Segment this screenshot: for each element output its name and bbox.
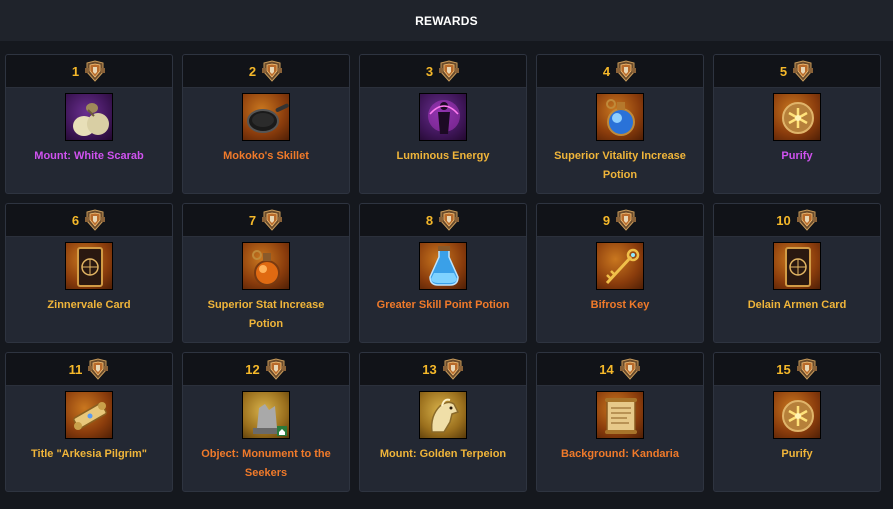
- reward-chest-icon: [615, 209, 637, 231]
- reward-item-name: Zinnervale Card: [47, 299, 131, 311]
- reward-card: 15 Purify: [713, 352, 881, 492]
- purify-icon[interactable]: [773, 391, 821, 439]
- reward-item-name: Mount: Golden Terpeion: [379, 448, 507, 460]
- reward-item-name: Superior Stat Increase Potion: [207, 299, 325, 330]
- reward-chest-icon: [438, 209, 460, 231]
- reward-item-name: Superior Vitality Increase Potion: [554, 150, 686, 181]
- reward-item-name: Bifrost Key: [590, 299, 650, 311]
- reward-chest-icon: [438, 60, 460, 82]
- parchment-icon[interactable]: [596, 391, 644, 439]
- key-icon[interactable]: [596, 242, 644, 290]
- reward-card: 9 Bifrost Key: [536, 203, 704, 343]
- reward-chest-icon: [796, 209, 818, 231]
- reward-card: 5 Purify: [713, 54, 881, 194]
- reward-item-name: Mount: White Scarab: [34, 150, 144, 162]
- rewards-panel: REWARDS 1 Mount: White Scarab 2 Mokoko's …: [0, 0, 893, 509]
- reward-chest-icon: [792, 60, 814, 82]
- reward-rank: 2: [248, 63, 257, 79]
- reward-card-header: 13: [360, 353, 526, 386]
- reward-card: 2 Mokoko's Skillet: [182, 54, 350, 194]
- reward-item-name: Luminous Energy: [396, 150, 490, 162]
- reward-card: 10 Delain Armen Card: [713, 203, 881, 343]
- reward-card-header: 1: [6, 55, 172, 88]
- card-icon[interactable]: [65, 242, 113, 290]
- reward-chest-icon: [261, 60, 283, 82]
- luminous-energy-icon[interactable]: [419, 93, 467, 141]
- reward-item-name: Background: Kandaria: [561, 448, 679, 460]
- reward-card: 12 Object: Monument to the Seekers: [182, 352, 350, 492]
- reward-chest-icon: [84, 209, 106, 231]
- reward-rank: 12: [245, 361, 260, 377]
- reward-card-header: 10: [714, 204, 880, 237]
- reward-card-header: 9: [537, 204, 703, 237]
- reward-item-name: Object: Monument to the Seekers: [201, 448, 331, 479]
- vitality-potion-icon[interactable]: [596, 93, 644, 141]
- panel-header: REWARDS: [0, 0, 893, 41]
- reward-item-name: Delain Armen Card: [747, 299, 847, 311]
- skillet-icon[interactable]: [242, 93, 290, 141]
- reward-chest-icon: [796, 358, 818, 380]
- reward-item-name: Mokoko's Skillet: [223, 150, 309, 162]
- reward-chest-icon: [87, 358, 109, 380]
- reward-card-header: 14: [537, 353, 703, 386]
- golden-terpeion-icon[interactable]: [419, 391, 467, 439]
- reward-rank: 8: [425, 212, 434, 228]
- reward-chest-icon: [615, 60, 637, 82]
- stat-potion-icon[interactable]: [242, 242, 290, 290]
- reward-card: 8 Greater Skill Point Potion: [359, 203, 527, 343]
- reward-chest-icon: [265, 358, 287, 380]
- reward-card-header: 5: [714, 55, 880, 88]
- reward-card: 3 Luminous Energy: [359, 54, 527, 194]
- purify-icon[interactable]: [773, 93, 821, 141]
- reward-chest-icon: [442, 358, 464, 380]
- reward-card: 7 Superior Stat Increase Potion: [182, 203, 350, 343]
- reward-item-name: Purify: [781, 150, 813, 162]
- reward-card-header: 2: [183, 55, 349, 88]
- scroll-icon[interactable]: [65, 391, 113, 439]
- reward-item-name: Title "Arkesia Pilgrim": [31, 448, 147, 460]
- reward-rank: 13: [422, 361, 437, 377]
- reward-card: 13 Mount: Golden Terpeion: [359, 352, 527, 492]
- reward-rank: 10: [776, 212, 791, 228]
- reward-card: 1 Mount: White Scarab: [5, 54, 173, 194]
- reward-card-header: 12: [183, 353, 349, 386]
- reward-rank: 5: [779, 63, 788, 79]
- white-scarab-icon[interactable]: [65, 93, 113, 141]
- monument-icon[interactable]: [242, 391, 290, 439]
- reward-rank: 15: [776, 361, 791, 377]
- reward-card: 6 Zinnervale Card: [5, 203, 173, 343]
- reward-rank: 7: [248, 212, 257, 228]
- reward-chest-icon: [261, 209, 283, 231]
- reward-card-header: 7: [183, 204, 349, 237]
- card-icon[interactable]: [773, 242, 821, 290]
- rewards-grid: 1 Mount: White Scarab 2 Mokoko's Skillet 3…: [5, 54, 881, 492]
- reward-card-header: 15: [714, 353, 880, 386]
- reward-rank: 1: [71, 63, 80, 79]
- reward-chest-icon: [84, 60, 106, 82]
- reward-card: 4 Superior Vitality Increase Potion: [536, 54, 704, 194]
- reward-card-header: 6: [6, 204, 172, 237]
- reward-chest-icon: [619, 358, 641, 380]
- reward-item-name: Purify: [781, 448, 813, 460]
- reward-rank: 9: [602, 212, 611, 228]
- skill-potion-icon[interactable]: [419, 242, 467, 290]
- reward-card: 11 Title "Arkesia Pilgrim": [5, 352, 173, 492]
- reward-item-name: Greater Skill Point Potion: [376, 299, 510, 311]
- reward-card-header: 11: [6, 353, 172, 386]
- reward-rank: 6: [71, 212, 80, 228]
- reward-rank: 3: [425, 63, 434, 79]
- reward-card: 14 Background: Kandaria: [536, 352, 704, 492]
- reward-card-header: 3: [360, 55, 526, 88]
- reward-rank: 11: [68, 361, 83, 377]
- reward-card-header: 4: [537, 55, 703, 88]
- reward-card-header: 8: [360, 204, 526, 237]
- panel-title: REWARDS: [415, 13, 478, 28]
- reward-rank: 4: [602, 63, 611, 79]
- reward-rank: 14: [599, 361, 614, 377]
